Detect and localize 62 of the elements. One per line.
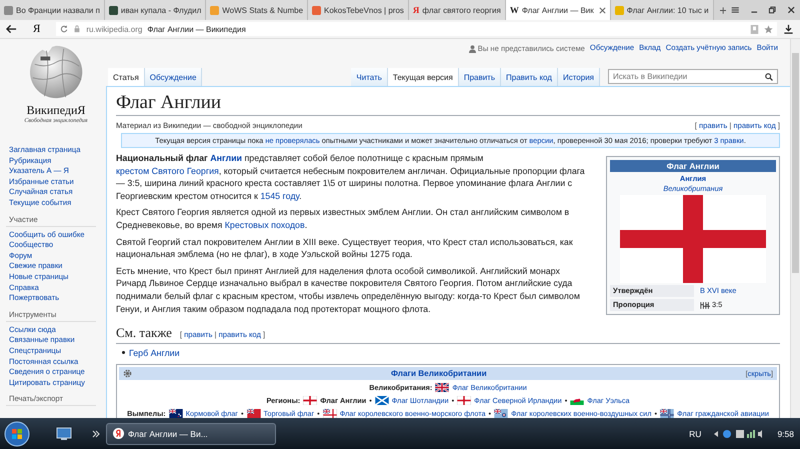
- browser-tab[interactable]: Флаг Англии: 10 тыс и: [610, 0, 714, 20]
- desktop-icon[interactable]: [56, 426, 72, 440]
- taskbar-window-button[interactable]: Флаг Англии — Ви...: [106, 422, 276, 444]
- link[interactable]: крестом Святого Георгия: [116, 166, 219, 176]
- browser-tab[interactable]: Я флаг святого георгия: [408, 0, 506, 20]
- search-field[interactable]: Искать в Википедии: [608, 69, 778, 84]
- language-indicator[interactable]: RU: [689, 428, 702, 438]
- article-paragraph: Есть мнение, что Крест был принят Англией для наделения флота особой символикой. Английский монарх Ричард Львиное Сердце изначально выбрал в качестве покровителя Святого Георгия. Потом английские суда поднимали белый флаг с красным крестом, чтобы извлечь определённую выгоду: когда-то Крест был символом Генуи, и Англия таким образом подпадала под протекторат мощного флота.: [116, 264, 581, 316]
- flag-icon: [303, 396, 318, 406]
- favicon-icon: Я: [412, 5, 420, 15]
- start-button-icon[interactable]: [4, 420, 30, 446]
- link[interactable]: Крестовых походов: [224, 220, 305, 230]
- article-paragraph: Национальный флаг Англии представляет собой белое полотнище с красным прямым крестом Святого Георгия, который считается небесным покровителем англичан. Официальные пропорции флага — 3:5, ширина линий красного креста составляет 1\5 от ширины полотна. Первое упоминание флага Англии с Георгиевским крестом относится к 1545 году.: [116, 152, 586, 202]
- browser-tab[interactable]: WoWS Stats & Numbe: [206, 0, 308, 20]
- restore-icon[interactable]: [768, 5, 776, 15]
- reload-icon[interactable]: [60, 25, 68, 33]
- flag-icon: [374, 396, 389, 406]
- infobox-title: Флаг Англии: [610, 160, 776, 172]
- lock-icon: [73, 25, 82, 33]
- globe-logo-drawing: [27, 43, 85, 101]
- new-tab-icon[interactable]: [720, 6, 726, 14]
- star-icon[interactable]: [764, 24, 773, 34]
- page-tab[interactable]: Обсуждение: [144, 68, 202, 86]
- navbox-title[interactable]: Флаги Великобритании: [132, 368, 746, 380]
- article-paragraph: Крест Святого Георгия является одной из первых известных эмблем Англии. Он стал английским символом в Средневековье, во время Крестовых походов.: [116, 206, 570, 232]
- close-tab-icon[interactable]: [598, 6, 606, 14]
- page-tab[interactable]: Статья: [108, 68, 145, 86]
- view-tab[interactable]: Править код: [501, 68, 558, 86]
- see-also-link[interactable]: Герб Англии: [129, 346, 180, 360]
- chevron-icon[interactable]: [92, 430, 100, 438]
- address-field[interactable]: ru.wikipedia.org Флаг Англии — Википедия: [56, 22, 777, 36]
- search-icon[interactable]: [765, 72, 773, 80]
- section-heading: См. также: [116, 325, 172, 340]
- browser-logo[interactable]: Я: [33, 23, 40, 35]
- browser-tab[interactable]: KokosTebeVnos | pros: [308, 0, 409, 20]
- back-arrow-icon[interactable]: [6, 24, 17, 34]
- flag-icon: [570, 396, 584, 406]
- browser-tab[interactable]: иван купала - Флудил: [104, 0, 206, 20]
- article-title: Флаг Англии: [116, 92, 780, 116]
- view-tab[interactable]: История: [558, 68, 600, 86]
- close-icon[interactable]: [786, 5, 795, 15]
- wiki-wordmark: ВикипедиЯ: [26, 103, 86, 118]
- article-paragraph: Святой Георгий стал покровителем Англии в XIII веке. Существует теория, что Крест стал использоваться, как национальная эмблема (но не флаг), в ходе Уэльской войны 1275 года.: [116, 236, 574, 261]
- bullet-icon: [122, 351, 125, 354]
- download-icon[interactable]: [783, 24, 794, 34]
- link[interactable]: 1545 году: [260, 190, 300, 201]
- view-tab[interactable]: Читать: [351, 68, 388, 86]
- scrollbar[interactable]: [790, 39, 800, 418]
- flag-icon: [435, 383, 450, 392]
- user-icon: [468, 44, 476, 52]
- gear-icon[interactable]: [123, 369, 132, 378]
- link[interactable]: Англии: [210, 153, 242, 163]
- flag-icon: [457, 396, 472, 406]
- browser-tab[interactable]: W Флаг Англии — Вик: [506, 0, 611, 20]
- clock: 9:58: [777, 428, 794, 438]
- browser-icon: [113, 428, 124, 439]
- browser-tab[interactable]: Во Франции назвали п: [0, 0, 105, 20]
- favicon-icon: W: [510, 5, 519, 15]
- view-tab[interactable]: Править: [458, 68, 502, 86]
- view-tab[interactable]: Текущая версия: [388, 68, 459, 86]
- menu-icon[interactable]: [731, 5, 740, 15]
- proportion-icon: [700, 302, 710, 308]
